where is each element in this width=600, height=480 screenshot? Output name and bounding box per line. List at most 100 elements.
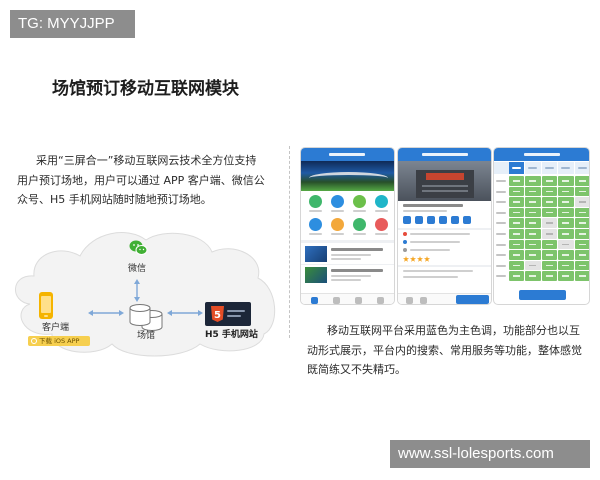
date-tab <box>509 162 525 174</box>
date-tab-label-mark <box>577 167 587 169</box>
service-icon <box>375 195 388 208</box>
slot-cell-booked <box>541 229 558 239</box>
double-arrow-left-icon <box>88 310 124 316</box>
service-icon-label-mark <box>309 210 322 212</box>
phone-mockup-slot-booking <box>493 147 590 305</box>
slot-cell-booked <box>574 197 589 207</box>
slot-cell-available <box>525 271 541 281</box>
sport-type-icon <box>463 216 471 224</box>
slot-cell-booked <box>541 218 558 228</box>
bottom-nav-bar <box>301 293 394 304</box>
slot-cell-available <box>509 229 525 239</box>
slot-cell-booked <box>558 239 574 250</box>
section-separator <box>398 265 491 267</box>
slot-cell-available <box>574 250 589 260</box>
time-row-mark <box>496 180 506 182</box>
bottom-action-bar <box>398 293 491 304</box>
sport-type-icon <box>427 216 435 224</box>
nav-item-icon <box>355 297 362 304</box>
time-row-mark <box>496 190 506 193</box>
date-tab-label-mark <box>512 167 521 169</box>
date-tab <box>558 162 574 174</box>
venue-name-mark <box>403 204 463 207</box>
book-now-button <box>456 295 489 304</box>
favorite-icon <box>406 297 413 304</box>
double-arrow-vertical-icon <box>134 279 140 302</box>
double-arrow-right-icon <box>167 310 203 316</box>
time-row-mark <box>496 233 506 235</box>
slot-cell-available <box>574 260 589 271</box>
html5-icon: 5 <box>211 306 224 322</box>
rating-star-icon <box>417 256 423 262</box>
time-row-mark <box>496 222 506 225</box>
slot-cell-available <box>558 229 574 239</box>
slot-cell-available <box>541 186 558 197</box>
description-text-mark <box>403 276 458 278</box>
app-download-badge: 下载 iOS APP <box>28 336 90 346</box>
service-icon-label-mark <box>353 210 366 212</box>
date-tab-label-mark <box>561 167 571 169</box>
service-icon-label-mark <box>331 233 344 235</box>
service-icon <box>353 218 366 231</box>
list-item-title-mark <box>331 269 383 272</box>
venue-subtitle-mark <box>403 210 447 212</box>
nav-home-icon <box>311 297 318 304</box>
slot-cell-available <box>541 239 558 250</box>
confirm-booking-button <box>519 290 566 300</box>
slot-cell-available <box>525 229 541 239</box>
slot-cell-available <box>509 250 525 260</box>
stadium-roof-shape <box>309 172 388 184</box>
slot-cell-available <box>574 239 589 250</box>
slot-cell-available <box>509 207 525 218</box>
slot-cell-available <box>509 260 525 271</box>
list-separator <box>301 264 394 265</box>
slot-cell-available <box>525 218 541 228</box>
date-tab <box>574 162 589 174</box>
slot-cell-available <box>525 250 541 260</box>
header-title-mark <box>329 153 365 156</box>
html5-icon-line <box>227 315 241 317</box>
location-pin-icon <box>403 232 407 236</box>
slot-cell-available <box>541 250 558 260</box>
slot-cell-available <box>574 176 589 186</box>
header-title-mark <box>524 153 560 156</box>
nav-item-icon <box>377 297 384 304</box>
time-row-mark <box>496 201 506 204</box>
header-title-mark <box>422 153 468 156</box>
slot-cell-available <box>558 207 574 218</box>
sport-type-icon <box>439 216 447 224</box>
phone-icon <box>39 292 53 319</box>
slot-cell-available <box>558 271 574 281</box>
slot-cell-available <box>541 260 558 271</box>
venue-window-strip <box>422 190 468 192</box>
phone-home-button <box>44 315 48 317</box>
service-icon-label-mark <box>353 233 366 235</box>
phone-screen <box>41 296 51 313</box>
slot-cell-available <box>574 271 589 281</box>
list-item-text-mark <box>331 254 371 256</box>
service-icon <box>309 195 322 208</box>
sport-type-icon <box>403 216 411 224</box>
section-separator <box>398 228 491 230</box>
intro-line-2: 用户预订场地，用户可以通过 APP 客户端、微信公 <box>17 174 265 187</box>
description-text-mark <box>403 270 473 272</box>
slot-cell-available <box>525 186 541 197</box>
rating-star-icon <box>410 256 416 262</box>
slot-cell-available <box>541 197 558 207</box>
date-tab-label-mark <box>544 167 554 169</box>
date-tab-label-mark <box>528 167 538 169</box>
download-icon <box>31 338 37 344</box>
slot-cell-available <box>558 218 574 228</box>
slot-cell-available <box>509 218 525 228</box>
section-separator <box>301 240 394 243</box>
sport-type-icon <box>415 216 423 224</box>
watermark-bottom-right: www.ssl-lolesports.com <box>390 440 590 468</box>
slot-cell-available <box>558 260 574 271</box>
rating-star-icon <box>424 256 430 262</box>
section-divider <box>289 146 290 338</box>
rating-star-icon <box>403 256 409 262</box>
share-icon <box>420 297 427 304</box>
service-icon <box>375 218 388 231</box>
time-row-mark <box>496 254 506 257</box>
service-icon <box>309 218 322 231</box>
